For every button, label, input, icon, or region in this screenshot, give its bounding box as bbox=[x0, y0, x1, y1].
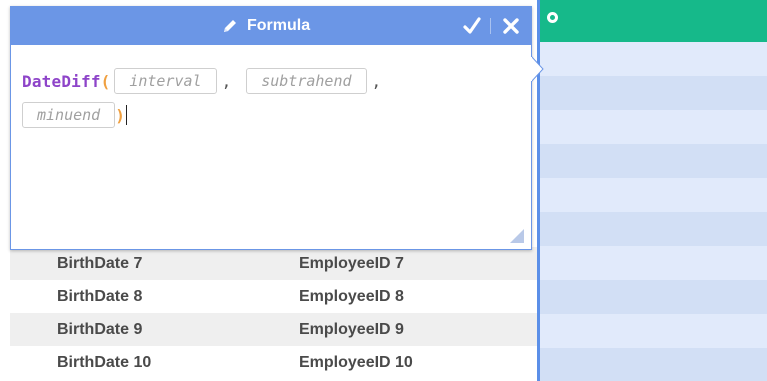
param-subtrahend[interactable]: subtrahend bbox=[246, 68, 367, 94]
birthdate-cell[interactable]: BirthDate 10 bbox=[57, 346, 151, 379]
column-cell[interactable] bbox=[540, 212, 767, 246]
employeeid-cell[interactable]: EmployeeID 9 bbox=[299, 313, 404, 346]
column-cell[interactable] bbox=[540, 348, 767, 381]
pencil-icon bbox=[224, 20, 236, 32]
table-row[interactable]: BirthDate 10 EmployeeID 10 bbox=[10, 346, 537, 379]
employeeid-cell[interactable]: EmployeeID 10 bbox=[299, 346, 413, 379]
close-icon[interactable] bbox=[501, 16, 521, 36]
column-cell[interactable] bbox=[540, 144, 767, 178]
text-cursor bbox=[125, 105, 128, 125]
table-row[interactable]: BirthDate 7 EmployeeID 7 bbox=[10, 247, 537, 280]
employeeid-cell[interactable]: EmployeeID 8 bbox=[299, 280, 404, 313]
employeeid-cell[interactable]: EmployeeID 7 bbox=[299, 247, 404, 280]
column-cell[interactable] bbox=[540, 42, 767, 76]
table-row[interactable]: BirthDate 8 EmployeeID 8 bbox=[10, 280, 537, 313]
table-row[interactable]: BirthDate 9 EmployeeID 9 bbox=[10, 313, 537, 346]
check-icon[interactable] bbox=[462, 16, 482, 36]
formula-title-label: Formula bbox=[247, 17, 311, 34]
birthdate-cell[interactable]: BirthDate 8 bbox=[57, 280, 142, 313]
birthdate-cell[interactable]: BirthDate 9 bbox=[57, 313, 142, 346]
param-separator: , bbox=[221, 71, 232, 91]
formula-line-2: minuend ) bbox=[22, 101, 128, 129]
column-cell[interactable] bbox=[540, 280, 767, 314]
function-name: DateDiff bbox=[22, 71, 101, 91]
header-divider bbox=[490, 18, 491, 34]
resize-grip-icon[interactable] bbox=[510, 229, 524, 243]
popup-pointer bbox=[531, 56, 544, 82]
circle-icon bbox=[547, 12, 558, 23]
column-cell[interactable] bbox=[540, 246, 767, 280]
column-cell[interactable] bbox=[540, 178, 767, 212]
column-cell[interactable] bbox=[540, 110, 767, 144]
formula-header: Formula bbox=[11, 7, 531, 45]
birthdate-cell[interactable]: BirthDate 7 bbox=[57, 247, 142, 280]
column-cell[interactable] bbox=[540, 76, 767, 110]
param-separator: , bbox=[371, 71, 382, 91]
formula-editor-popup: Formula DateDiff ( interval , subtrahend… bbox=[10, 6, 532, 250]
formula-line-1: DateDiff ( interval , subtrahend , bbox=[22, 67, 392, 95]
column-cell[interactable] bbox=[540, 314, 767, 348]
param-minuend[interactable]: minuend bbox=[22, 102, 116, 128]
param-interval[interactable]: interval bbox=[114, 68, 217, 94]
column-header[interactable] bbox=[540, 0, 767, 42]
close-paren: ) bbox=[115, 105, 125, 125]
formula-title: Formula bbox=[221, 7, 310, 45]
open-paren: ( bbox=[100, 71, 111, 91]
selected-formula-column[interactable] bbox=[537, 0, 767, 381]
